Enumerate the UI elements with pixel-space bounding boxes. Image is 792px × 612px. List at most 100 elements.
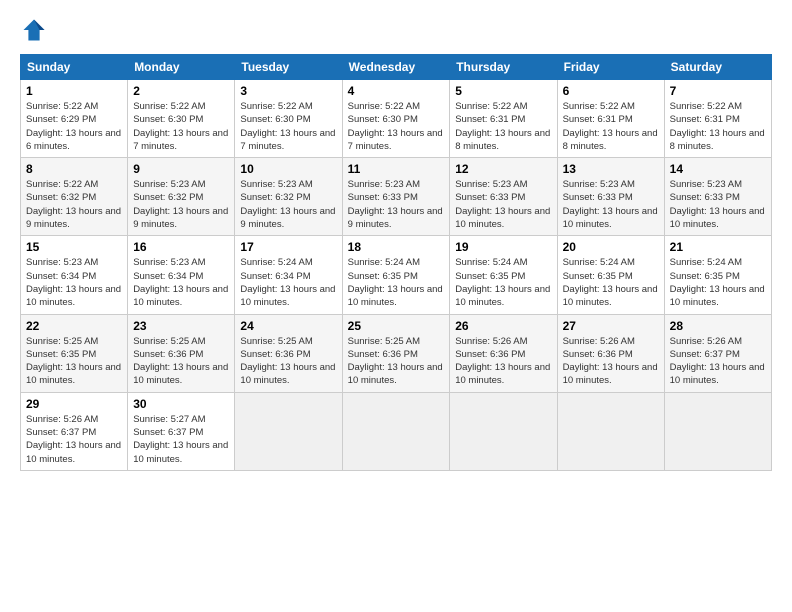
day-number: 4 bbox=[348, 84, 445, 98]
day-number: 15 bbox=[26, 240, 122, 254]
day-number: 26 bbox=[455, 319, 551, 333]
day-number: 12 bbox=[455, 162, 551, 176]
page: SundayMondayTuesdayWednesdayThursdayFrid… bbox=[0, 0, 792, 612]
calendar-cell: 1 Sunrise: 5:22 AMSunset: 6:29 PMDaylight… bbox=[21, 80, 128, 158]
day-number: 8 bbox=[26, 162, 122, 176]
day-number: 2 bbox=[133, 84, 229, 98]
calendar-cell: 23Sunrise: 5:25 AMSunset: 6:36 PMDayligh… bbox=[128, 314, 235, 392]
header bbox=[20, 16, 772, 44]
calendar: SundayMondayTuesdayWednesdayThursdayFrid… bbox=[20, 54, 772, 471]
calendar-cell: 5Sunrise: 5:22 AMSunset: 6:31 PMDaylight… bbox=[450, 80, 557, 158]
day-detail: Sunrise: 5:24 AMSunset: 6:35 PMDaylight:… bbox=[455, 256, 551, 309]
day-detail: Sunrise: 5:23 AMSunset: 6:32 PMDaylight:… bbox=[133, 178, 229, 231]
day-detail: Sunrise: 5:26 AMSunset: 6:37 PMDaylight:… bbox=[26, 413, 122, 466]
day-number: 30 bbox=[133, 397, 229, 411]
calendar-week-4: 22 Sunrise: 5:25 AMSunset: 6:35 PMDayligh… bbox=[21, 314, 772, 392]
day-number: 6 bbox=[563, 84, 659, 98]
day-detail: Sunrise: 5:25 AMSunset: 6:36 PMDaylight:… bbox=[240, 335, 336, 388]
calendar-cell: 6 Sunrise: 5:22 AMSunset: 6:31 PMDaylight… bbox=[557, 80, 664, 158]
day-number: 13 bbox=[563, 162, 659, 176]
day-detail: Sunrise: 5:23 AMSunset: 6:34 PMDaylight:… bbox=[133, 256, 229, 309]
day-number: 14 bbox=[670, 162, 766, 176]
day-number: 21 bbox=[670, 240, 766, 254]
day-number: 10 bbox=[240, 162, 336, 176]
day-detail: Sunrise: 5:22 AMSunset: 6:30 PMDaylight:… bbox=[240, 100, 336, 153]
calendar-cell bbox=[450, 392, 557, 470]
day-detail: Sunrise: 5:22 AMSunset: 6:31 PMDaylight:… bbox=[563, 100, 659, 153]
calendar-cell: 19 Sunrise: 5:24 AMSunset: 6:35 PMDayligh… bbox=[450, 236, 557, 314]
day-detail: Sunrise: 5:26 AMSunset: 6:36 PMDaylight:… bbox=[563, 335, 659, 388]
calendar-cell: 27 Sunrise: 5:26 AMSunset: 6:36 PMDayligh… bbox=[557, 314, 664, 392]
day-detail: Sunrise: 5:22 AMSunset: 6:29 PMDaylight:… bbox=[26, 100, 122, 153]
calendar-cell: 4 Sunrise: 5:22 AMSunset: 6:30 PMDaylight… bbox=[342, 80, 450, 158]
weekday-header-monday: Monday bbox=[128, 55, 235, 80]
weekday-header-tuesday: Tuesday bbox=[235, 55, 342, 80]
day-number: 7 bbox=[670, 84, 766, 98]
calendar-cell: 18 Sunrise: 5:24 AMSunset: 6:35 PMDayligh… bbox=[342, 236, 450, 314]
weekday-header-thursday: Thursday bbox=[450, 55, 557, 80]
calendar-week-2: 8 Sunrise: 5:22 AMSunset: 6:32 PMDaylight… bbox=[21, 158, 772, 236]
calendar-week-1: 1 Sunrise: 5:22 AMSunset: 6:29 PMDaylight… bbox=[21, 80, 772, 158]
day-number: 3 bbox=[240, 84, 336, 98]
day-number: 29 bbox=[26, 397, 122, 411]
day-number: 9 bbox=[133, 162, 229, 176]
calendar-cell: 20 Sunrise: 5:24 AMSunset: 6:35 PMDayligh… bbox=[557, 236, 664, 314]
day-detail: Sunrise: 5:24 AMSunset: 6:35 PMDaylight:… bbox=[670, 256, 766, 309]
day-number: 17 bbox=[240, 240, 336, 254]
day-number: 18 bbox=[348, 240, 445, 254]
day-number: 24 bbox=[240, 319, 336, 333]
weekday-header-friday: Friday bbox=[557, 55, 664, 80]
day-detail: Sunrise: 5:22 AMSunset: 6:30 PMDaylight:… bbox=[133, 100, 229, 153]
day-detail: Sunrise: 5:23 AMSunset: 6:33 PMDaylight:… bbox=[670, 178, 766, 231]
calendar-cell: 25 Sunrise: 5:25 AMSunset: 6:36 PMDayligh… bbox=[342, 314, 450, 392]
day-detail: Sunrise: 5:27 AMSunset: 6:37 PMDaylight:… bbox=[133, 413, 229, 466]
weekday-header-row: SundayMondayTuesdayWednesdayThursdayFrid… bbox=[21, 55, 772, 80]
day-detail: Sunrise: 5:22 AMSunset: 6:30 PMDaylight:… bbox=[348, 100, 445, 153]
calendar-cell: 29 Sunrise: 5:26 AMSunset: 6:37 PMDayligh… bbox=[21, 392, 128, 470]
calendar-cell: 28Sunrise: 5:26 AMSunset: 6:37 PMDayligh… bbox=[664, 314, 771, 392]
day-detail: Sunrise: 5:26 AMSunset: 6:36 PMDaylight:… bbox=[455, 335, 551, 388]
calendar-cell: 17 Sunrise: 5:24 AMSunset: 6:34 PMDayligh… bbox=[235, 236, 342, 314]
calendar-cell: 10 Sunrise: 5:23 AMSunset: 6:32 PMDayligh… bbox=[235, 158, 342, 236]
day-detail: Sunrise: 5:24 AMSunset: 6:35 PMDaylight:… bbox=[563, 256, 659, 309]
calendar-cell: 30 Sunrise: 5:27 AMSunset: 6:37 PMDayligh… bbox=[128, 392, 235, 470]
calendar-cell bbox=[342, 392, 450, 470]
weekday-header-sunday: Sunday bbox=[21, 55, 128, 80]
day-number: 1 bbox=[26, 84, 122, 98]
day-detail: Sunrise: 5:22 AMSunset: 6:31 PMDaylight:… bbox=[670, 100, 766, 153]
day-number: 27 bbox=[563, 319, 659, 333]
day-number: 11 bbox=[348, 162, 445, 176]
day-detail: Sunrise: 5:22 AMSunset: 6:32 PMDaylight:… bbox=[26, 178, 122, 231]
calendar-cell: 22 Sunrise: 5:25 AMSunset: 6:35 PMDayligh… bbox=[21, 314, 128, 392]
weekday-header-saturday: Saturday bbox=[664, 55, 771, 80]
calendar-cell: 9 Sunrise: 5:23 AMSunset: 6:32 PMDaylight… bbox=[128, 158, 235, 236]
calendar-week-3: 15 Sunrise: 5:23 AMSunset: 6:34 PMDayligh… bbox=[21, 236, 772, 314]
calendar-cell bbox=[557, 392, 664, 470]
day-number: 5 bbox=[455, 84, 551, 98]
calendar-body: 1 Sunrise: 5:22 AMSunset: 6:29 PMDaylight… bbox=[21, 80, 772, 471]
day-detail: Sunrise: 5:24 AMSunset: 6:34 PMDaylight:… bbox=[240, 256, 336, 309]
calendar-cell bbox=[664, 392, 771, 470]
calendar-cell bbox=[235, 392, 342, 470]
day-detail: Sunrise: 5:24 AMSunset: 6:35 PMDaylight:… bbox=[348, 256, 445, 309]
calendar-cell: 8 Sunrise: 5:22 AMSunset: 6:32 PMDaylight… bbox=[21, 158, 128, 236]
day-number: 22 bbox=[26, 319, 122, 333]
day-detail: Sunrise: 5:23 AMSunset: 6:33 PMDaylight:… bbox=[563, 178, 659, 231]
calendar-cell: 13 Sunrise: 5:23 AMSunset: 6:33 PMDayligh… bbox=[557, 158, 664, 236]
calendar-cell: 26 Sunrise: 5:26 AMSunset: 6:36 PMDayligh… bbox=[450, 314, 557, 392]
day-number: 20 bbox=[563, 240, 659, 254]
weekday-header-wednesday: Wednesday bbox=[342, 55, 450, 80]
day-number: 19 bbox=[455, 240, 551, 254]
calendar-cell: 12 Sunrise: 5:23 AMSunset: 6:33 PMDayligh… bbox=[450, 158, 557, 236]
calendar-cell: 11 Sunrise: 5:23 AMSunset: 6:33 PMDayligh… bbox=[342, 158, 450, 236]
calendar-cell: 15Sunrise: 5:23 AMSunset: 6:34 PMDayligh… bbox=[21, 236, 128, 314]
calendar-cell: 14 Sunrise: 5:23 AMSunset: 6:33 PMDayligh… bbox=[664, 158, 771, 236]
calendar-cell: 21 Sunrise: 5:24 AMSunset: 6:35 PMDayligh… bbox=[664, 236, 771, 314]
day-detail: Sunrise: 5:23 AMSunset: 6:33 PMDaylight:… bbox=[455, 178, 551, 231]
day-number: 25 bbox=[348, 319, 445, 333]
logo-icon bbox=[20, 16, 48, 44]
day-detail: Sunrise: 5:25 AMSunset: 6:35 PMDaylight:… bbox=[26, 335, 122, 388]
day-detail: Sunrise: 5:23 AMSunset: 6:32 PMDaylight:… bbox=[240, 178, 336, 231]
day-detail: Sunrise: 5:23 AMSunset: 6:33 PMDaylight:… bbox=[348, 178, 445, 231]
day-detail: Sunrise: 5:25 AMSunset: 6:36 PMDaylight:… bbox=[348, 335, 445, 388]
